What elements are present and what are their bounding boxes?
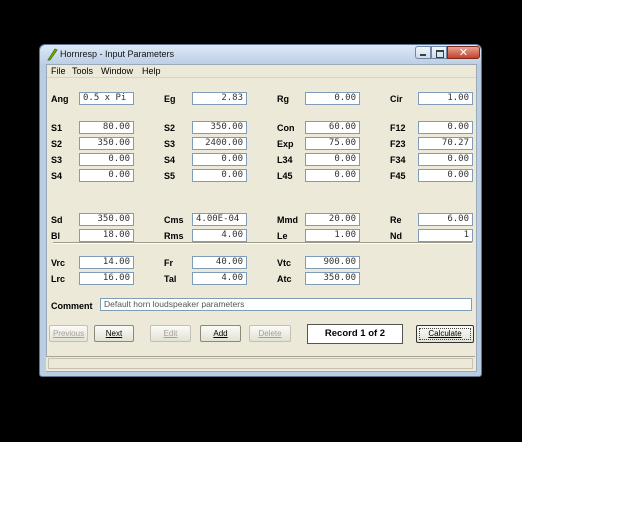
field-exp[interactable]: 75.00 (305, 137, 360, 150)
label-lrc: Lrc (51, 274, 66, 284)
field-cms[interactable]: 4.00E-04 (192, 213, 247, 226)
maximize-button[interactable] (431, 46, 447, 59)
label-f45: F45 (390, 171, 406, 181)
field-s4-col2[interactable]: 0.00 (192, 153, 247, 166)
label-l34: L34 (277, 155, 293, 165)
field-ang[interactable]: 0.5 x Pi (79, 92, 134, 105)
field-vrc[interactable]: 14.00 (79, 256, 134, 269)
minimize-button[interactable] (415, 46, 431, 59)
field-s3-col2[interactable]: 2400.00 (192, 137, 247, 150)
edit-button[interactable]: Edit (150, 325, 191, 342)
label-f12: F12 (390, 123, 406, 133)
comment-label: Comment (51, 301, 93, 311)
label-con: Con (277, 123, 295, 133)
label-mmd: Mmd (277, 215, 298, 225)
label-re: Re (390, 215, 402, 225)
label-s1: S1 (51, 123, 63, 133)
field-con[interactable]: 60.00 (305, 121, 360, 134)
next-button[interactable]: Next (94, 325, 134, 342)
field-l34[interactable]: 0.00 (305, 153, 360, 166)
field-f12[interactable]: 0.00 (418, 121, 473, 134)
label-rms: Rms (164, 231, 184, 241)
field-tal[interactable]: 4.00 (192, 272, 247, 285)
label-nd: Nd (390, 231, 402, 241)
close-button[interactable]: ✕ (447, 46, 480, 59)
menu-window[interactable]: Window (101, 66, 133, 76)
field-rg[interactable]: 0.00 (305, 92, 360, 105)
add-button[interactable]: Add (200, 325, 241, 342)
comment-field[interactable]: Default horn loudspeaker parameters (100, 298, 472, 311)
field-s2-col2[interactable]: 350.00 (192, 121, 247, 134)
label-le: Le (277, 231, 288, 241)
field-le[interactable]: 1.00 (305, 229, 360, 242)
field-s5[interactable]: 0.00 (192, 169, 247, 182)
field-s3[interactable]: 0.00 (79, 153, 134, 166)
field-nd[interactable]: 1 (418, 229, 473, 242)
label-l45: L45 (277, 171, 293, 181)
label-s3: S3 (51, 155, 63, 165)
menu-file[interactable]: File (51, 66, 66, 76)
label-cir: Cir (390, 94, 403, 104)
calculate-button[interactable]: Calculate (416, 325, 474, 343)
field-s4[interactable]: 0.00 (79, 169, 134, 182)
previous-button[interactable]: Previous (49, 325, 88, 342)
status-bar (46, 356, 475, 371)
field-f45[interactable]: 0.00 (418, 169, 473, 182)
status-panel (48, 358, 473, 369)
field-f23[interactable]: 70.27 (418, 137, 473, 150)
label-ang: Ang (51, 94, 69, 104)
menu-help[interactable]: Help (142, 66, 161, 76)
horn-app-icon (47, 48, 58, 61)
label-vtc: Vtc (277, 258, 292, 268)
label-f34: F34 (390, 155, 406, 165)
field-sd[interactable]: 350.00 (79, 213, 134, 226)
close-icon: ✕ (458, 46, 469, 59)
label-bl: Bl (51, 231, 60, 241)
field-vtc[interactable]: 900.00 (305, 256, 360, 269)
label-sd: Sd (51, 215, 63, 225)
field-atc[interactable]: 350.00 (305, 272, 360, 285)
field-bl[interactable]: 18.00 (79, 229, 134, 242)
label-s2-col2: S2 (164, 123, 176, 133)
label-f23: F23 (390, 139, 406, 149)
label-fr: Fr (164, 258, 173, 268)
delete-button[interactable]: Delete (249, 325, 291, 342)
field-lrc[interactable]: 16.00 (79, 272, 134, 285)
field-s2[interactable]: 350.00 (79, 137, 134, 150)
separator (53, 242, 472, 244)
menu-tools[interactable]: Tools (72, 66, 93, 76)
title-bar[interactable]: Hornresp - Input Parameters ✕ (40, 45, 481, 64)
label-s3-col2: S3 (164, 139, 176, 149)
label-cms: Cms (164, 215, 184, 225)
field-rms[interactable]: 4.00 (192, 229, 247, 242)
field-s1[interactable]: 80.00 (79, 121, 134, 134)
field-f34[interactable]: 0.00 (418, 153, 473, 166)
field-l45[interactable]: 0.00 (305, 169, 360, 182)
field-re[interactable]: 6.00 (418, 213, 473, 226)
label-exp: Exp (277, 139, 294, 149)
menu-bar: File Tools Window Help (47, 65, 476, 78)
label-vrc: Vrc (51, 258, 66, 268)
label-s2: S2 (51, 139, 63, 149)
label-s5: S5 (164, 171, 176, 181)
record-indicator: Record 1 of 2 (307, 324, 403, 344)
label-atc: Atc (277, 274, 292, 284)
label-eg: Eg (164, 94, 176, 104)
field-eg[interactable]: 2.83 (192, 92, 247, 105)
label-rg: Rg (277, 94, 289, 104)
window-title: Hornresp - Input Parameters (60, 49, 175, 59)
field-fr[interactable]: 40.00 (192, 256, 247, 269)
label-s4-col2: S4 (164, 155, 176, 165)
label-tal: Tal (164, 274, 177, 284)
label-s4: S4 (51, 171, 63, 181)
field-mmd[interactable]: 20.00 (305, 213, 360, 226)
field-cir[interactable]: 1.00 (418, 92, 473, 105)
